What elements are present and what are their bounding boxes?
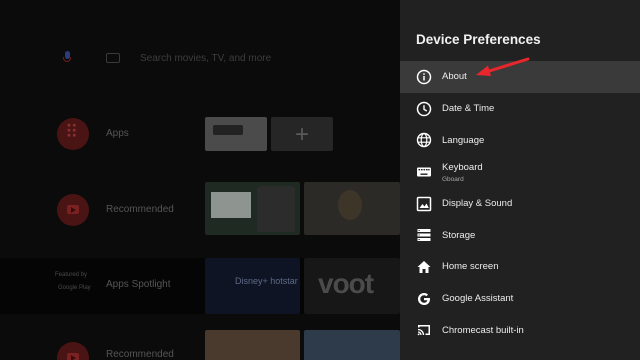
youtube-icon	[57, 342, 89, 360]
menu-item-google-assistant[interactable]: Google Assistant	[400, 283, 640, 315]
panel-title: Device Preferences	[416, 32, 541, 47]
menu-item-display-sound[interactable]: Display & Sound	[400, 188, 640, 220]
apps-row: Apps	[0, 104, 400, 164]
menu-item-language[interactable]: Language	[400, 124, 640, 156]
menu-item-label: Date & Time	[442, 103, 495, 115]
apps-row-label: Apps	[106, 128, 129, 139]
microphone-icon	[62, 51, 72, 65]
menu-item-label: Chromecast built-in	[442, 324, 524, 336]
cast-icon	[417, 325, 430, 336]
google-icon	[418, 292, 430, 305]
image-icon	[416, 196, 432, 211]
search-bar: Search movies, TV, and more	[62, 48, 271, 68]
bottom-row-label: Recommended	[106, 349, 174, 360]
voot-logo-text: voot	[318, 268, 374, 299]
clock-icon	[416, 101, 432, 116]
recommended-tile	[304, 330, 400, 360]
spotlight-row-label: Apps Spotlight	[106, 279, 171, 290]
menu-item-label: Display & Sound	[442, 198, 513, 210]
hotstar-tile: Disney+ hotstar	[205, 258, 300, 314]
menu-item-label: About	[442, 71, 467, 83]
menu-item-label: Storage	[442, 229, 476, 241]
featured-by-label: Featured by	[55, 272, 88, 278]
home-screen-background: Search movies, TV, and more Apps Recomme…	[0, 0, 400, 360]
globe-icon	[416, 133, 432, 148]
menu-item-chromecast[interactable]: Chromecast built-in	[400, 315, 640, 347]
home-icon	[417, 260, 431, 273]
menu-item-label: Language	[442, 134, 485, 146]
google-play-label: Google Play	[58, 285, 91, 291]
menu-item-sublabel: Gboard	[442, 176, 464, 184]
youtube-icon	[57, 194, 89, 226]
recommended-tile	[205, 182, 300, 235]
voot-tile: voot	[304, 258, 400, 314]
keyboard-icon	[417, 167, 431, 177]
menu-item-label: Google Assistant	[442, 293, 514, 305]
keyboard-icon	[106, 53, 120, 63]
storage-icon	[417, 229, 431, 242]
annotation-arrow-icon	[476, 57, 530, 76]
recommended-tile	[304, 182, 400, 235]
recommended-tile	[205, 330, 300, 360]
apps-grid-icon	[57, 118, 89, 150]
menu-item-keyboard[interactable]: Keyboard Gboard	[400, 156, 640, 188]
menu-item-label: Keyboard	[442, 162, 483, 174]
info-icon	[416, 69, 432, 85]
add-app-tile	[271, 117, 333, 151]
play-store-tile	[205, 117, 267, 151]
recommended-row-label: Recommended	[106, 204, 174, 215]
menu-item-home-screen[interactable]: Home screen	[400, 251, 640, 283]
menu-item-storage[interactable]: Storage	[400, 219, 640, 251]
search-placeholder: Search movies, TV, and more	[140, 52, 272, 64]
menu-item-label: Home screen	[442, 261, 499, 273]
hotstar-logo-text: Disney+ hotstar	[235, 276, 298, 286]
preferences-menu: About Date & Time Language Keyboard Gboa…	[400, 61, 640, 346]
menu-item-date-time[interactable]: Date & Time	[400, 93, 640, 125]
